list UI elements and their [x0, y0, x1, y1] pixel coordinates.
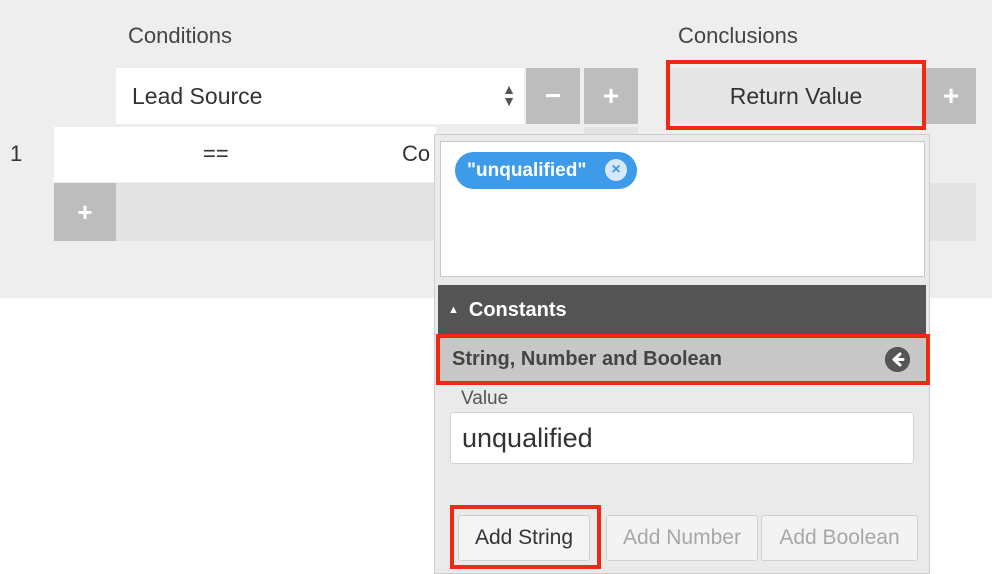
conclusions-header: Conclusions — [678, 23, 798, 48]
add-boolean-button[interactable]: Add Boolean — [761, 515, 918, 561]
collapse-triangle-icon: ▲ — [448, 304, 459, 316]
add-condition-button[interactable]: + — [584, 68, 638, 124]
token-label: "unqualified" — [467, 159, 587, 181]
return-value-highlight — [666, 60, 926, 130]
selected-value-token[interactable]: "unqualified" × — [455, 152, 637, 189]
add-number-button[interactable]: Add Number — [606, 515, 758, 561]
operator-cell[interactable]: == Co — [116, 127, 436, 182]
category-highlight — [436, 334, 930, 385]
row-number: 1 — [10, 141, 23, 166]
add-conclusion-button[interactable]: + — [926, 68, 976, 124]
remove-condition-button[interactable]: − — [526, 68, 580, 124]
constants-title: Constants — [468, 298, 567, 321]
condition-value-truncated: Co — [402, 141, 431, 166]
value-input[interactable] — [450, 412, 914, 464]
condition-field-select[interactable]: Lead Source ▲ ▼ — [116, 68, 524, 124]
select-arrows-icon: ▲ ▼ — [502, 81, 516, 109]
value-label: Value — [461, 388, 509, 409]
remove-token-icon[interactable]: × — [605, 159, 627, 181]
row-handle-cell — [54, 127, 116, 182]
operator-value: == — [203, 141, 229, 166]
add-string-highlight — [450, 505, 601, 569]
condition-field-value: Lead Source — [132, 82, 263, 109]
add-row-button[interactable]: + — [54, 183, 116, 241]
conditions-header: Conditions — [128, 23, 232, 48]
constants-section-header[interactable]: ▲ Constants — [438, 285, 926, 335]
